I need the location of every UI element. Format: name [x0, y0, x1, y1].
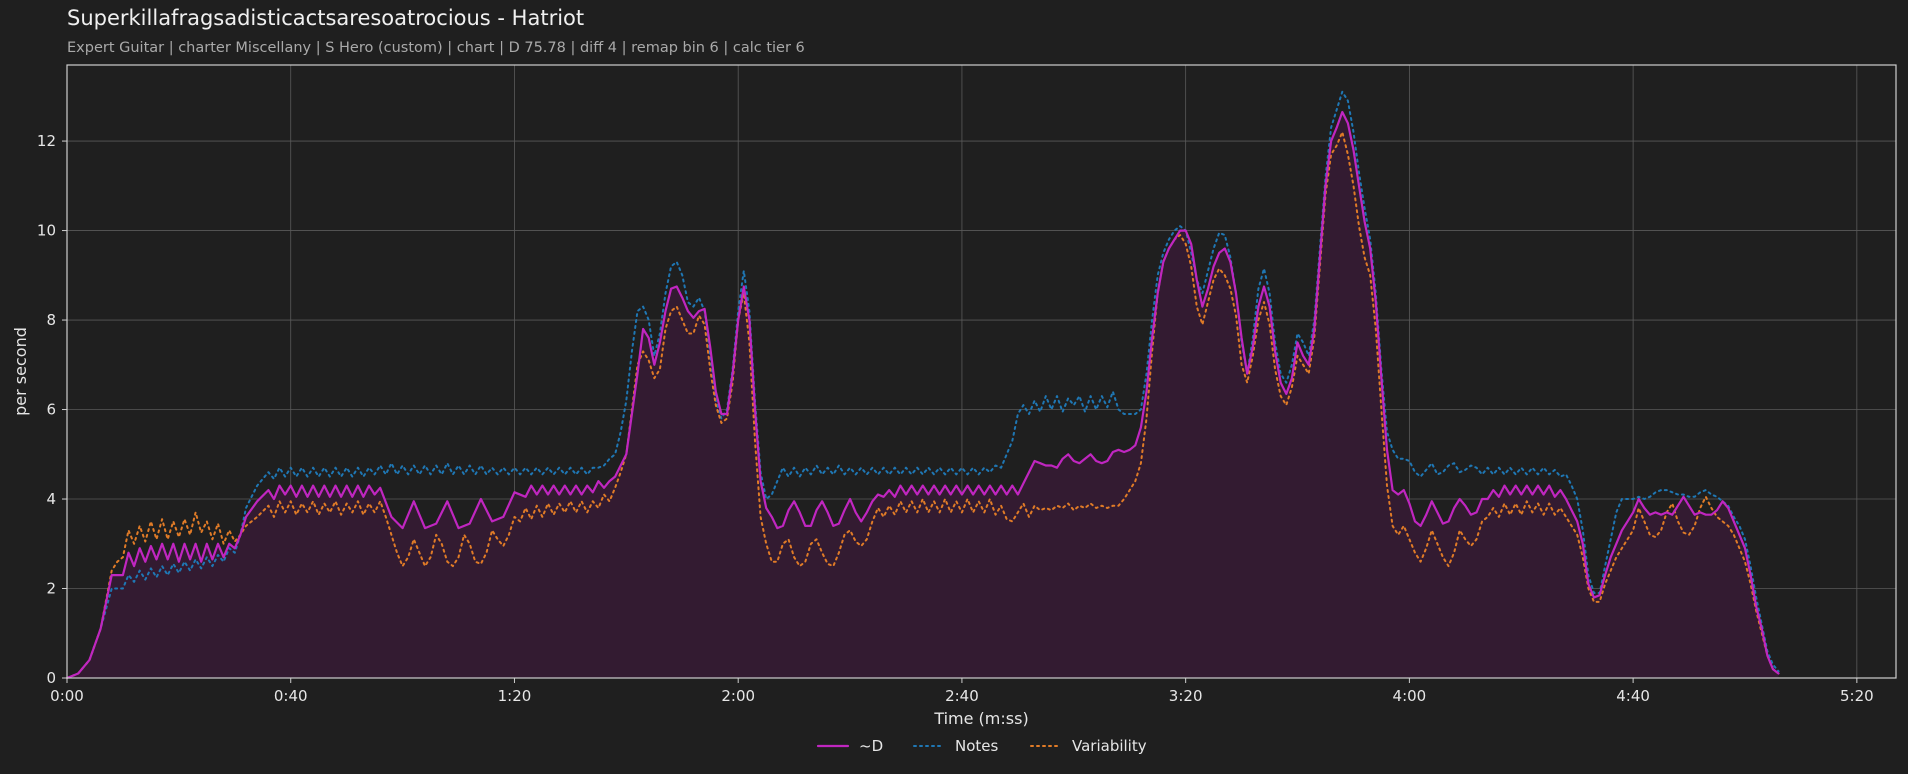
x-tick-label: 0:40: [274, 687, 308, 705]
y-axis-ticks: 0 2 4 6 8 10 12: [37, 132, 67, 687]
legend-label: Notes: [955, 737, 999, 755]
y-tick-label: 12: [37, 132, 56, 150]
x-tick-label: 5:20: [1840, 687, 1874, 705]
y-tick-label: 10: [37, 222, 56, 240]
legend-label: Variability: [1072, 737, 1147, 755]
area-fill: [67, 112, 1779, 678]
y-tick-label: 6: [46, 401, 56, 419]
x-tick-label: 2:40: [945, 687, 979, 705]
y-tick-label: 2: [46, 580, 56, 598]
legend-label: ~D: [859, 737, 883, 755]
legend: ~D Notes Variability: [816, 737, 1147, 755]
series-fill-d: [67, 112, 1779, 678]
y-tick-label: 0: [46, 669, 56, 687]
x-tick-label: 4:40: [1616, 687, 1650, 705]
x-tick-label: 0:00: [50, 687, 84, 705]
x-tick-label: 3:20: [1169, 687, 1203, 705]
x-axis-ticks: 0:00 0:40 1:20 2:00 2:40 3:20 4:00 4:40 5:20: [50, 678, 1874, 705]
y-tick-label: 8: [46, 311, 56, 329]
y-tick-label: 4: [46, 490, 56, 508]
x-tick-label: 2:00: [721, 687, 755, 705]
x-axis-label: Time (m:ss): [933, 709, 1028, 728]
line-chart: 0:00 0:40 1:20 2:00 2:40 3:20 4:00 4:40 5:20 0 2 4…: [11, 64, 1897, 755]
y-axis-label: per second: [11, 327, 30, 416]
x-tick-label: 1:20: [498, 687, 532, 705]
x-tick-label: 4:00: [1393, 687, 1427, 705]
